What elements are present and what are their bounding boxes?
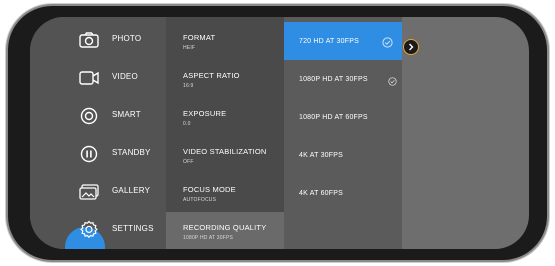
check-icon xyxy=(388,73,399,86)
recording-quality-options: 720 HD AT 30FPS 1080P HD AT 30FPS 1080P … xyxy=(284,17,402,249)
settings-icon xyxy=(78,219,100,241)
phone-frame: PHOTO VIDEO SMART STANDBY GALLERY SETTIN… xyxy=(8,6,547,260)
setting-format[interactable]: FORMAT HEIF xyxy=(166,22,284,60)
pause-icon xyxy=(78,143,100,165)
setting-recording-quality[interactable]: RECORDING QUALITY 1080P HD AT 30FPS xyxy=(166,212,284,249)
menu-item-label: VIDEO xyxy=(112,72,138,81)
setting-title: RECORDING QUALITY xyxy=(183,223,267,232)
settings-list: FORMAT HEIF ASPECT RATIO 16:9 EXPOSURE 0… xyxy=(166,17,284,249)
camera-icon xyxy=(78,29,100,51)
option-720-hd-30fps[interactable]: 720 HD AT 30FPS xyxy=(284,22,402,60)
option-label: 4K AT 30FPS xyxy=(299,152,343,159)
setting-value: OFF xyxy=(183,159,194,165)
setting-title: FOCUS MODE xyxy=(183,185,236,194)
menu-item-standby[interactable]: STANDBY xyxy=(30,136,166,174)
smart-icon xyxy=(78,105,100,127)
setting-value: HEIF xyxy=(183,45,196,51)
menu-item-label: GALLERY xyxy=(112,186,151,195)
setting-value: 1080P HD AT 30FPS xyxy=(183,235,234,241)
menu-item-label: SETTINGS xyxy=(112,224,154,233)
setting-exposure[interactable]: EXPOSURE 0.0 xyxy=(166,98,284,136)
option-1080p-hd-30fps[interactable]: 1080P HD AT 30FPS xyxy=(284,60,402,98)
menu-item-video[interactable]: VIDEO xyxy=(30,60,166,98)
option-1080p-hd-60fps[interactable]: 1080P HD AT 60FPS xyxy=(284,98,402,136)
menu-item-label: STANDBY xyxy=(112,148,151,157)
setting-value: 16:9 xyxy=(183,83,194,89)
option-4k-30fps[interactable]: 4K AT 30FPS xyxy=(284,136,402,174)
menu-item-photo[interactable]: PHOTO xyxy=(30,22,166,60)
setting-title: EXPOSURE xyxy=(183,109,227,118)
setting-video-stabilization[interactable]: VIDEO STABILIZATION OFF xyxy=(166,136,284,174)
menu-item-label: SMART xyxy=(112,110,141,119)
setting-title: ASPECT RATIO xyxy=(183,71,240,80)
menu-item-smart[interactable]: SMART xyxy=(30,98,166,136)
menu-item-gallery[interactable]: GALLERY xyxy=(30,174,166,212)
option-label: 1080P HD AT 30FPS xyxy=(299,76,368,83)
menu-item-settings[interactable]: SETTINGS xyxy=(30,212,166,249)
menu-item-label: PHOTO xyxy=(112,34,142,43)
option-4k-60fps[interactable]: 4K AT 60FPS xyxy=(284,174,402,212)
video-icon xyxy=(78,67,100,89)
screen: PHOTO VIDEO SMART STANDBY GALLERY SETTIN… xyxy=(30,17,529,249)
option-label: 1080P HD AT 60FPS xyxy=(299,114,368,121)
check-icon xyxy=(382,35,393,48)
setting-aspect-ratio[interactable]: ASPECT RATIO 16:9 xyxy=(166,60,284,98)
setting-value: AUTOFOCUS xyxy=(183,197,217,203)
setting-value: 0.0 xyxy=(183,121,191,127)
chevron-right-icon xyxy=(407,38,415,56)
option-label: 4K AT 60FPS xyxy=(299,190,343,197)
setting-focus-mode[interactable]: FOCUS MODE AUTOFOCUS xyxy=(166,174,284,212)
main-menu: PHOTO VIDEO SMART STANDBY GALLERY SETTIN… xyxy=(30,17,166,249)
setting-title: FORMAT xyxy=(183,33,216,42)
gallery-icon xyxy=(78,181,100,203)
setting-title: VIDEO STABILIZATION xyxy=(183,147,267,156)
next-chevron-button[interactable] xyxy=(403,39,419,55)
option-label: 720 HD AT 30FPS xyxy=(299,38,359,45)
